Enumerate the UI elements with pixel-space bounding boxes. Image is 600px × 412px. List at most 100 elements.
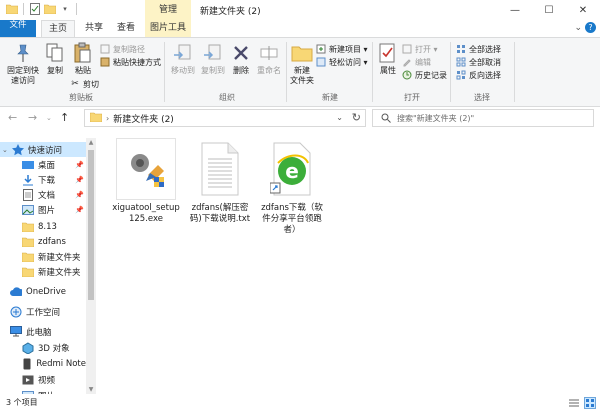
tab-share[interactable]: 共享 — [78, 20, 110, 37]
properties-button[interactable]: 属性 — [376, 42, 400, 76]
open-group: 属性 打开 ▾ 编辑 历史记录 打开 — [374, 38, 450, 106]
address-bar[interactable]: › 新建文件夹 (2) ⌄ ↻ — [84, 109, 366, 127]
paste-icon — [72, 42, 94, 64]
large-icons-view-icon[interactable] — [584, 397, 596, 409]
tab-home[interactable]: 主页 — [41, 20, 75, 37]
nav-quick-access[interactable]: ⌄ 快速访问 — [0, 142, 86, 157]
new-folder-button[interactable]: 新建 文件夹 — [288, 42, 316, 86]
delete-icon — [230, 42, 252, 64]
refresh-icon[interactable]: ↻ — [352, 111, 361, 124]
folder-icon — [22, 266, 34, 278]
navigation-pane: ⌄ 快速访问 桌面 📌 下载 📌 文档 📌 图片 📌 8.13 zdfans 新… — [0, 138, 96, 394]
nav-item-redmi-note[interactable]: Redmi Note — [0, 356, 86, 371]
tab-picture-tools[interactable]: 图片工具 — [145, 20, 191, 37]
nav-item-folder-813[interactable]: 8.13 — [0, 219, 86, 234]
address-row: ← → ⌄ ↑ › 新建文件夹 (2) ⌄ ↻ — [0, 108, 600, 128]
nav-item-desktop[interactable]: 桌面 📌 — [0, 157, 86, 172]
file-item-url-shortcut[interactable]: e zdfans下载（软 件分享平台领跑 者） — [256, 138, 328, 236]
invert-selection-button[interactable]: 反向选择 — [456, 69, 501, 81]
forward-arrow-icon[interactable]: → — [28, 111, 37, 124]
tab-file[interactable]: 文件 — [0, 20, 36, 37]
copy-path-icon — [100, 44, 110, 54]
file-list: xiguatool_setup 125.exe zdfans(解压密 码)下载说… — [98, 130, 600, 394]
copy-button[interactable]: 复制 — [42, 42, 68, 76]
copy-path-button[interactable]: 复制路径 — [100, 43, 145, 55]
scroll-up-arrow-icon[interactable]: ▲ — [86, 139, 96, 146]
pin-icon[interactable]: 📌 — [75, 176, 84, 184]
nav-item-videos[interactable]: 视频 — [0, 372, 86, 387]
nav-onedrive[interactable]: OneDrive — [0, 284, 86, 299]
chevron-down-icon[interactable]: ⌄ — [574, 23, 582, 33]
tab-view[interactable]: 查看 — [110, 20, 142, 37]
nav-item-downloads[interactable]: 下载 📌 — [0, 172, 86, 187]
new-item-icon — [316, 44, 326, 54]
pin-icon[interactable]: 📌 — [75, 161, 84, 169]
organize-group-label: 组织 — [219, 93, 235, 102]
quick-access-toolbar: ▾ — [6, 3, 79, 15]
address-dropdown-icon[interactable]: ⌄ — [336, 113, 343, 122]
search-box[interactable] — [372, 109, 594, 127]
paste-shortcut-icon — [100, 57, 110, 67]
pin-icon[interactable]: 📌 — [75, 206, 84, 214]
desktop-icon — [22, 159, 34, 171]
document-icon — [22, 188, 34, 201]
cloud-icon — [10, 286, 22, 298]
picture-icon — [22, 204, 34, 216]
window-title: 新建文件夹 (2) — [200, 7, 261, 17]
nav-workspace[interactable]: 工作空间 — [0, 304, 86, 319]
pin-icon[interactable]: 📌 — [75, 191, 84, 199]
nav-item-new-folder-2[interactable]: 新建文件夹 — [0, 264, 86, 279]
select-all-button[interactable]: 全部选择 — [456, 43, 501, 55]
rename-icon — [258, 42, 280, 64]
help-icon[interactable]: ? — [585, 22, 596, 33]
new-folder-icon[interactable] — [44, 3, 56, 15]
invert-selection-icon — [456, 70, 466, 80]
history-button[interactable]: 历史记录 — [402, 69, 447, 81]
file-item-txt[interactable]: zdfans(解压密 码)下载说明.txt — [184, 138, 256, 225]
open-button[interactable]: 打开 ▾ — [402, 43, 438, 55]
copy-icon — [44, 42, 66, 64]
paste-shortcut-button[interactable]: 粘贴快捷方式 — [100, 56, 161, 68]
nav-item-pictures[interactable]: 图片 📌 — [0, 202, 86, 217]
back-arrow-icon[interactable]: ← — [8, 111, 17, 124]
rename-button[interactable]: 重命名 — [254, 42, 284, 76]
close-icon[interactable]: ✕ — [566, 0, 600, 20]
scrollbar-thumb[interactable] — [88, 150, 94, 300]
nav-item-folder-zdfans[interactable]: zdfans — [0, 234, 86, 249]
file-item-exe[interactable]: xiguatool_setup 125.exe — [110, 138, 182, 225]
select-none-button[interactable]: 全部取消 — [456, 56, 501, 68]
3d-objects-icon — [22, 341, 34, 354]
collapse-icon[interactable]: ⌄ — [2, 146, 10, 154]
paste-button[interactable]: 粘贴 — [70, 42, 96, 76]
easy-access-button[interactable]: 轻松访问 ▾ — [316, 56, 368, 68]
cut-button[interactable]: ✂ 剪切 — [70, 78, 99, 90]
minimize-icon[interactable]: — — [498, 0, 532, 20]
item-count: 3 个项目 — [6, 398, 38, 407]
nav-item-3d-objects[interactable]: 3D 对象 — [0, 340, 86, 355]
breadcrumb-current[interactable]: 新建文件夹 (2) — [113, 112, 174, 125]
navigation-scrollbar[interactable]: ▲ ▼ — [86, 138, 96, 394]
copy-to-button[interactable]: 复制到 — [198, 42, 228, 76]
select-all-icon — [456, 44, 466, 54]
details-view-icon[interactable] — [568, 397, 580, 409]
delete-button[interactable]: 删除 — [228, 42, 254, 76]
search-input[interactable] — [397, 113, 577, 123]
pin-quick-access-button[interactable]: 固定到快 速访问 — [6, 42, 40, 86]
properties-icon[interactable] — [29, 3, 41, 15]
nav-item-new-folder-1[interactable]: 新建文件夹 — [0, 249, 86, 264]
up-arrow-icon[interactable]: ↑ — [60, 111, 69, 124]
move-to-button[interactable]: 移动到 — [168, 42, 198, 76]
recent-locations-chevron-icon[interactable]: ⌄ — [46, 114, 52, 122]
video-icon — [22, 374, 34, 386]
history-icon — [402, 70, 412, 80]
customize-toolbar-icon[interactable]: ▾ — [59, 3, 71, 15]
nav-this-pc[interactable]: 此电脑 — [0, 324, 86, 339]
select-group: 全部选择 全部取消 反向选择 选择 — [452, 38, 512, 106]
maximize-icon[interactable]: ☐ — [532, 0, 566, 20]
nav-item-documents[interactable]: 文档 📌 — [0, 187, 86, 202]
manage-tab[interactable]: 管理 — [145, 0, 191, 20]
new-group-label: 新建 — [322, 93, 338, 102]
scroll-down-arrow-icon[interactable]: ▼ — [86, 386, 96, 393]
new-item-button[interactable]: 新建项目 ▾ — [316, 43, 368, 55]
edit-button[interactable]: 编辑 — [402, 56, 431, 68]
